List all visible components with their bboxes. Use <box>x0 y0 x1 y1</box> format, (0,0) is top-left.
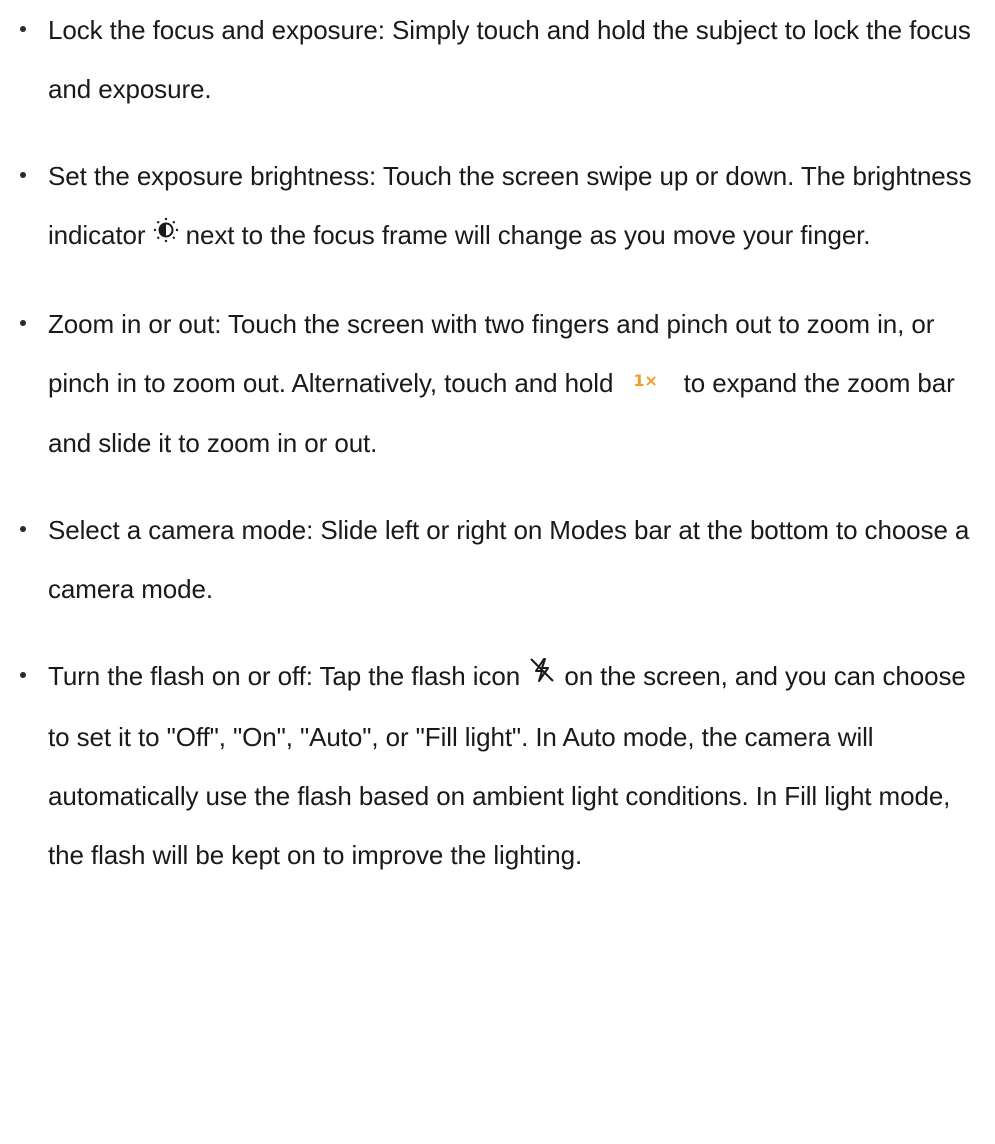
list-item: Turn the flash on or off: Tap the flash … <box>0 647 995 885</box>
zoom-level-badge: 1× <box>633 371 658 391</box>
list-item: Set the exposure brightness: Touch the s… <box>0 147 995 267</box>
camera-tips-list: Lock the focus and exposure: Simply touc… <box>0 0 995 885</box>
list-item-text: Turn the flash on or off: Tap the flash … <box>48 647 985 885</box>
list-item-text: Set the exposure brightness: Touch the s… <box>48 147 985 267</box>
flash-off-icon <box>527 646 557 705</box>
text-after: on the screen, and you can choose to set… <box>48 661 966 870</box>
text-after: next to the focus frame will change as y… <box>185 220 871 250</box>
bullet <box>20 319 26 326</box>
list-item-text: Zoom in or out: Touch the screen with tw… <box>48 295 985 474</box>
text-before: Turn the flash on or off: Tap the flash … <box>48 661 521 692</box>
list-item: Select a camera mode: Slide left or righ… <box>0 501 995 619</box>
bullet <box>20 672 26 679</box>
bullet <box>20 26 26 32</box>
bullet <box>20 172 26 178</box>
bullet <box>20 526 26 533</box>
list-item-text: Lock the focus and exposure: Simply touc… <box>48 15 971 104</box>
brightness-icon <box>153 205 179 264</box>
list-item-text: Select a camera mode: Slide left or righ… <box>48 515 970 605</box>
list-item: Lock the focus and exposure: Simply touc… <box>0 1 995 119</box>
list-item: Zoom in or out: Touch the screen with tw… <box>0 295 995 474</box>
